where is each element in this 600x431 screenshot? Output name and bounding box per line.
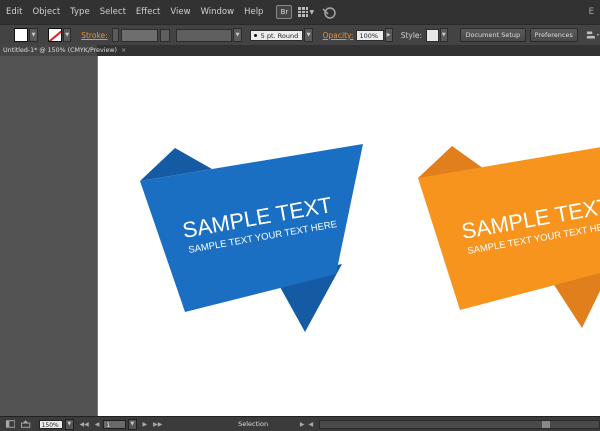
brush-dropdown[interactable]: ▼ — [304, 28, 313, 42]
stroke-label-link[interactable]: Stroke: — [81, 31, 107, 40]
artboard-number-field[interactable]: 1 — [103, 419, 126, 429]
menu-select[interactable]: Select — [95, 0, 131, 24]
artboard[interactable]: SAMPLE TEXT SAMPLE TEXT YOUR TEXT HERE S… — [97, 56, 600, 416]
document-setup-button[interactable]: Document Setup — [459, 28, 526, 42]
document-tab[interactable]: Untitled-1* @ 150% (CMYK/Preview) × — [0, 45, 126, 56]
last-artboard-icon[interactable]: ▶▶ — [153, 421, 162, 428]
menu-object[interactable]: Object — [27, 0, 65, 24]
gpu-performance-icon[interactable] — [322, 5, 336, 19]
grid-icon — [298, 7, 309, 17]
status-bar: 150% ▼ ◀◀ ◀ 1 ▼ ▶ ▶▶ Selection ▶ ◀ — [0, 416, 600, 431]
brush-dot-icon — [253, 34, 257, 37]
style-label: Style: — [400, 30, 423, 40]
stroke-weight-dropdown[interactable] — [160, 28, 170, 42]
status-label[interactable]: Selection — [210, 420, 296, 428]
stroke-dropdown[interactable]: ▼ — [63, 28, 72, 42]
opacity-label-link[interactable]: Opacity: — [323, 31, 354, 40]
menu-view[interactable]: View — [165, 0, 195, 24]
stroke-weight-field[interactable] — [120, 28, 159, 42]
orange-banner[interactable]: SAMPLE TEXT SAMPLE TEXT YOUR TEXT HERE — [418, 141, 600, 328]
close-icon[interactable]: × — [121, 47, 126, 54]
variable-width-profile[interactable] — [175, 28, 233, 42]
stroke-swatch[interactable] — [47, 28, 63, 42]
opacity-field[interactable]: 100% — [356, 29, 384, 41]
workspace-label[interactable]: E — [589, 0, 594, 24]
fill-swatch[interactable] — [14, 28, 29, 42]
bridge-button[interactable]: Br — [276, 5, 293, 19]
brush-value: 5 pt. Round — [260, 31, 299, 40]
graphic-style-swatch[interactable] — [426, 28, 439, 42]
align-icon[interactable] — [586, 29, 600, 41]
zoom-dropdown[interactable]: ▼ — [65, 418, 74, 430]
first-artboard-icon[interactable]: ◀◀ — [80, 421, 89, 428]
brush-definition[interactable]: 5 pt. Round — [249, 29, 304, 41]
document-tab-bar: Untitled-1* @ 150% (CMYK/Preview) × — [0, 45, 600, 56]
artboard-edge — [97, 56, 98, 416]
chevron-down-icon: ▼ — [309, 8, 315, 16]
scroll-left-icon[interactable]: ◀ — [309, 421, 314, 428]
style-dropdown[interactable]: ▼ — [439, 28, 448, 42]
menu-type[interactable]: Type — [65, 0, 95, 24]
fill-dropdown[interactable]: ▼ — [29, 28, 38, 42]
blue-banner[interactable]: SAMPLE TEXT SAMPLE TEXT YOUR TEXT HERE — [140, 144, 363, 332]
scrollbar-thumb[interactable] — [542, 420, 551, 428]
menu-help[interactable]: Help — [239, 0, 268, 24]
pasteboard — [0, 56, 97, 416]
menu-edit[interactable]: Edit — [0, 0, 27, 24]
menu-window[interactable]: Window — [196, 0, 240, 24]
artboard-dropdown[interactable]: ▼ — [128, 418, 137, 430]
previous-artboard-icon[interactable]: ◀ — [95, 421, 100, 428]
artwork-layer: SAMPLE TEXT SAMPLE TEXT YOUR TEXT HERE S… — [140, 141, 600, 332]
next-artboard-icon[interactable]: ▶ — [143, 421, 148, 428]
menu-effect[interactable]: Effect — [131, 0, 165, 24]
control-bar: ▼ ▼ Stroke: ▼ 5 pt. Round ▼ Opacity: 100… — [0, 24, 600, 46]
stroke-weight-stepper[interactable] — [111, 28, 119, 42]
document-tab-title: Untitled-1* @ 150% (CMYK/Preview) — [3, 47, 117, 54]
zoom-field[interactable]: 150% — [38, 419, 64, 429]
variable-width-dropdown[interactable]: ▼ — [233, 28, 242, 42]
share-icon[interactable] — [21, 420, 31, 428]
opacity-dropdown[interactable]: ▶ — [384, 28, 393, 42]
menu-bar: Edit Object Type Select Effect View Wind… — [0, 0, 600, 24]
panel-toggle-icon[interactable] — [6, 420, 16, 428]
arrange-documents-button[interactable]: ▼ — [298, 7, 314, 17]
preferences-button[interactable]: Preferences — [529, 28, 578, 42]
horizontal-scrollbar[interactable] — [319, 419, 600, 429]
status-menu-arrow-icon[interactable]: ▶ — [300, 421, 305, 428]
